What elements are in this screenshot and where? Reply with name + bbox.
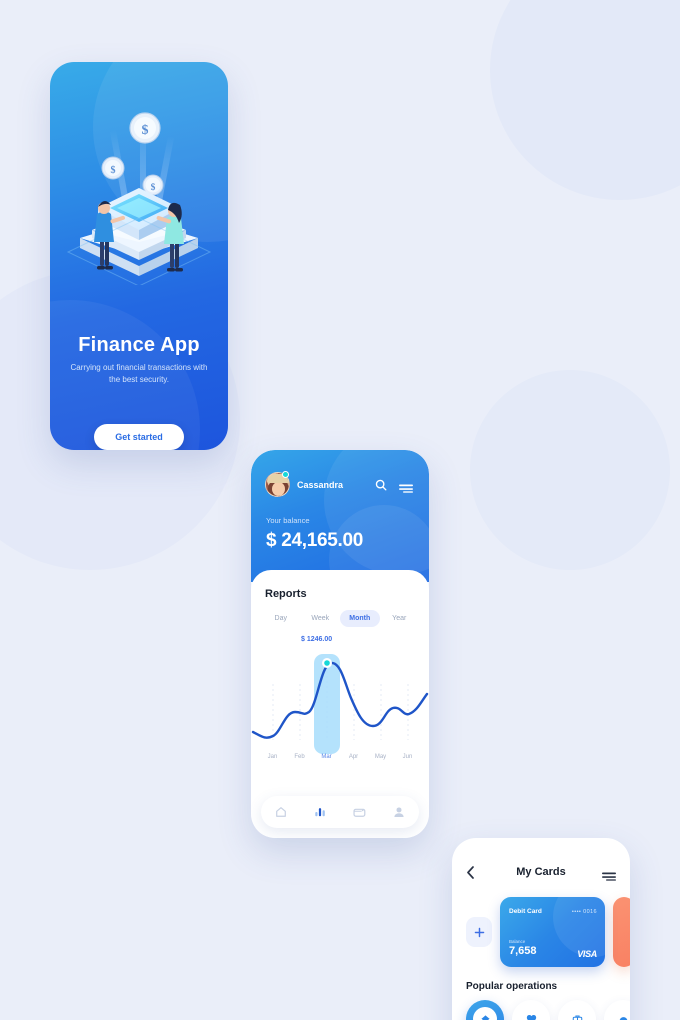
bottom-nav-dashboard[interactable]	[261, 796, 419, 828]
card-decor-circle	[553, 897, 605, 957]
x-tick-may: May	[374, 754, 387, 760]
hamburger-menu-icon[interactable]	[602, 868, 616, 886]
x-tick-mar: Mar	[321, 754, 332, 760]
card-masked-number: •••• 0016	[571, 909, 597, 915]
onboarding-subtitle: Carrying out financial transactions with…	[70, 363, 208, 385]
reports-title: Reports	[265, 588, 307, 600]
background-blob-bottom-right	[470, 370, 670, 570]
nav-person-icon[interactable]	[380, 806, 420, 818]
x-tick-apr: Apr	[348, 754, 359, 760]
chart-svg	[251, 654, 429, 754]
briefcase-icon	[565, 1007, 589, 1020]
page-title: Finance App	[78, 334, 200, 356]
chart-tooltip-value: $ 1246.00	[301, 636, 333, 643]
range-tabs[interactable]: Day Week Month Year	[261, 610, 419, 627]
onboarding-screen: $ $ $ Finance App Carrying out financial…	[50, 62, 228, 450]
reports-chart[interactable]: $ 1246.00 Jan Feb Mar Apr May Jun	[251, 636, 429, 768]
balance-label: Your balance	[266, 516, 310, 525]
popular-operations-list[interactable]: All Health Travel Fo	[466, 1000, 630, 1020]
balance-value: $ 24,165.00	[266, 530, 364, 551]
nav-wallet-icon[interactable]	[340, 806, 380, 818]
chart-highlight-column	[314, 654, 340, 754]
debit-card[interactable]: Debit Card •••• 0016 Balance 7,658 VISA	[500, 897, 605, 967]
card-type-label: Debit Card	[509, 908, 542, 915]
card-balance-value: 7,658	[509, 945, 537, 957]
food-icon	[611, 1007, 630, 1020]
operation-travel[interactable]: Travel	[558, 1000, 596, 1020]
heart-icon	[519, 1007, 543, 1020]
cards-carousel[interactable]: Debit Card •••• 0016 Balance 7,658 VISA	[466, 894, 630, 970]
add-card-button[interactable]	[466, 917, 492, 947]
tab-day[interactable]: Day	[261, 610, 301, 627]
chart-x-axis: Jan Feb Mar Apr May Jun	[259, 754, 421, 760]
card-balance-label: Balance	[509, 939, 526, 944]
hamburger-menu-icon[interactable]	[399, 480, 413, 498]
nav-bar-chart-icon[interactable]	[301, 806, 341, 818]
background-blob-top-right	[490, 0, 680, 200]
dashboard-screen: Cassandra Your balance $ 24,165.00 Repor…	[251, 450, 429, 838]
popular-operations-title: Popular operations	[466, 981, 558, 992]
onboarding-illustration: $ $ $	[50, 80, 228, 285]
dashboard-header: Cassandra Your balance $ 24,165.00	[251, 450, 429, 582]
x-tick-jun: Jun	[402, 754, 413, 760]
operation-food[interactable]: Fo	[604, 1000, 630, 1020]
tab-month[interactable]: Month	[340, 610, 380, 627]
search-icon[interactable]	[375, 478, 387, 496]
tab-week[interactable]: Week	[301, 610, 341, 627]
user-name: Cassandra	[297, 480, 344, 490]
my-cards-screen: My Cards Debit Card •••• 0016 Balance 7,…	[452, 838, 630, 1020]
operation-health[interactable]: Health	[512, 1000, 550, 1020]
chart-point-inner	[324, 660, 330, 666]
reports-sheet: Reports Day Week Month Year $ 1246.00 Ja…	[251, 570, 429, 838]
next-card-preview[interactable]	[613, 897, 630, 967]
operation-all[interactable]: All	[466, 1000, 504, 1020]
home-icon	[473, 1007, 497, 1020]
visa-logo: VISA	[577, 949, 597, 959]
x-tick-jan: Jan	[267, 754, 278, 760]
get-started-button[interactable]: Get started	[94, 424, 184, 450]
tab-year[interactable]: Year	[380, 610, 420, 627]
svg-text:$: $	[142, 123, 149, 138]
nav-home-icon[interactable]	[261, 806, 301, 818]
svg-text:$: $	[111, 165, 116, 176]
x-tick-feb: Feb	[294, 754, 305, 760]
svg-text:$: $	[151, 182, 156, 193]
online-status-badge	[282, 471, 289, 478]
